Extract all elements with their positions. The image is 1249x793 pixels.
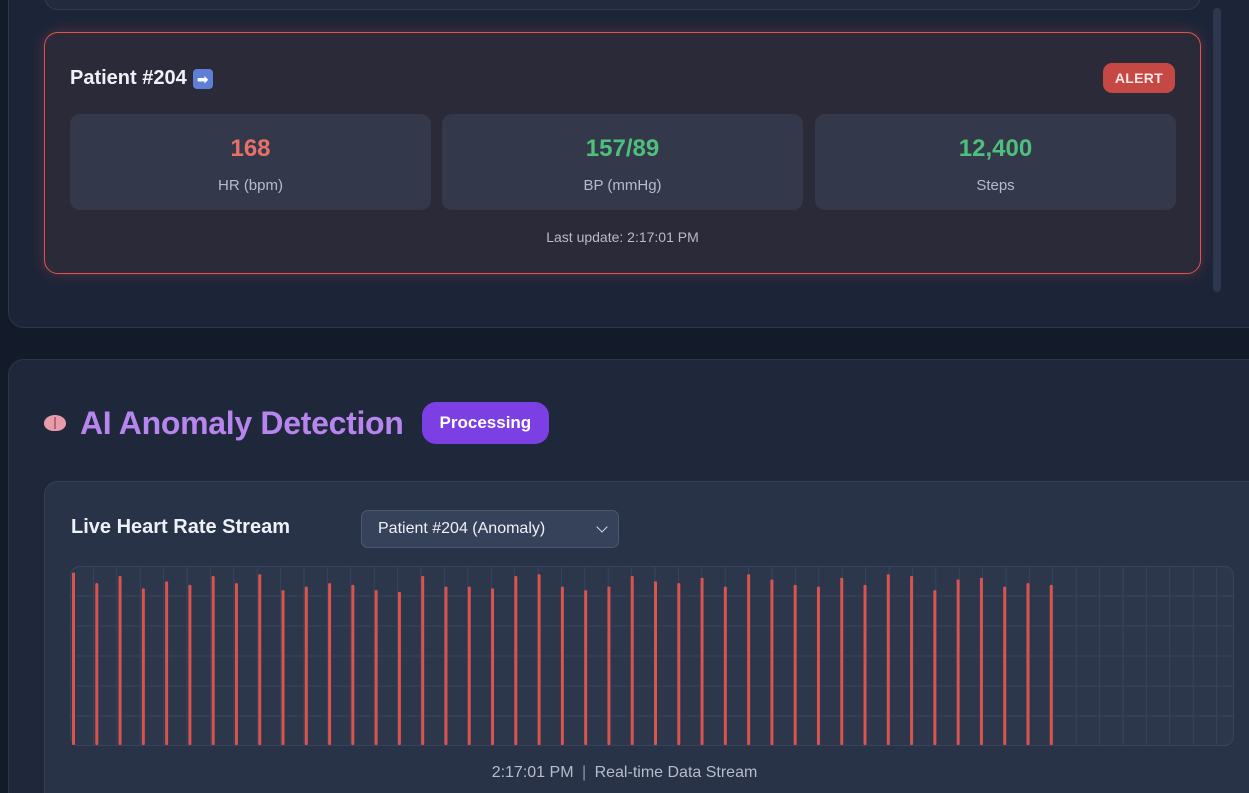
heart-rate-bar	[118, 576, 122, 745]
heart-rate-bar	[72, 572, 75, 745]
heart-rate-bar	[351, 584, 355, 745]
patient-title-text: Patient #204	[70, 67, 187, 89]
heart-rate-bar	[1026, 583, 1030, 745]
heart-rate-bar	[1003, 586, 1007, 745]
metric-steps-label: Steps	[976, 177, 1015, 194]
patient-select-value: Patient #204 (Anomaly)	[378, 520, 546, 537]
heart-rate-bar	[863, 584, 867, 745]
heart-rate-bar	[95, 583, 99, 745]
heart-rate-bar	[211, 576, 215, 745]
heart-rate-bar	[537, 574, 541, 745]
heart-rate-bar	[607, 586, 611, 745]
heart-rate-bar	[1049, 584, 1053, 745]
section-title: AI Anomaly Detection	[80, 404, 404, 441]
heart-rate-bar	[654, 581, 657, 745]
caption-time: 2:17:01 PM	[491, 764, 574, 781]
heart-rate-bar	[165, 581, 169, 745]
patient-title: Patient #204 ➡	[70, 67, 213, 90]
heart-rate-bar	[910, 576, 914, 745]
metric-steps: 12,400 Steps	[815, 114, 1176, 210]
heart-rate-stream-chart	[70, 566, 1234, 746]
metric-heart-rate-label: HR (bpm)	[217, 177, 283, 194]
heart-rate-bar	[188, 584, 192, 745]
caption-separator: |	[581, 764, 587, 781]
chart-caption: 2:17:01 PM | Real-time Data Stream	[0, 764, 1249, 782]
heart-rate-bar	[141, 588, 145, 745]
heart-rate-bar	[840, 577, 844, 745]
heart-rate-bar	[374, 590, 378, 745]
heart-rate-bar	[560, 586, 564, 745]
processing-status-badge: Processing	[421, 402, 550, 444]
heart-rate-bar	[584, 590, 588, 745]
heart-rate-bar	[770, 579, 774, 745]
metric-blood-pressure-value: 157/89	[585, 135, 660, 162]
chart-heading: Live Heart Rate Stream	[71, 516, 290, 538]
heart-rate-bar	[514, 576, 518, 745]
heart-rate-bar	[956, 579, 960, 745]
arrow-right-icon[interactable]: ➡	[192, 68, 213, 89]
patient-select-dropdown[interactable]: Patient #204 (Anomaly)	[361, 510, 619, 548]
heart-rate-bar	[816, 586, 820, 745]
heart-rate-bar	[723, 586, 727, 745]
chevron-down-icon	[596, 521, 608, 533]
metric-blood-pressure: 157/89 BP (mmHg)	[442, 114, 803, 210]
patient-card-204[interactable]: Patient #204 ➡ ALERT 168 HR (bpm) 157/89…	[44, 32, 1201, 274]
heart-rate-bar	[234, 583, 238, 745]
heart-rate-bar	[979, 577, 983, 745]
anomaly-section-header: AI Anomaly Detection Processing	[44, 402, 550, 444]
heart-rate-bar	[700, 577, 704, 745]
last-update-text: Last update: 2:17:01 PM	[546, 229, 699, 245]
heart-rate-bar	[886, 574, 890, 745]
heart-rate-bar	[491, 588, 495, 745]
heart-rate-bar	[258, 574, 262, 745]
metric-heart-rate-value: 168	[230, 135, 271, 162]
heart-rate-bar	[467, 586, 471, 745]
metric-blood-pressure-label: BP (mmHg)	[583, 177, 662, 194]
heart-rate-bar	[421, 576, 425, 745]
heart-rate-bar	[630, 576, 634, 745]
page: Patient #204 ➡ ALERT 168 HR (bpm) 157/89…	[0, 0, 1249, 793]
heart-rate-bar	[793, 584, 797, 745]
metric-steps-value: 12,400	[958, 135, 1033, 162]
heart-rate-bar	[397, 591, 401, 745]
caption-label: Real-time Data Stream	[594, 764, 758, 781]
previous-patient-card[interactable]	[44, 0, 1201, 10]
heart-rate-bar	[281, 590, 285, 745]
heart-rate-bar	[328, 583, 332, 745]
brain-icon	[44, 415, 66, 431]
heart-rate-bar	[747, 574, 751, 745]
heart-rate-bar	[444, 586, 448, 745]
metric-heart-rate: 168 HR (bpm)	[70, 114, 431, 210]
patients-scrollbar[interactable]	[1213, 8, 1221, 292]
heart-rate-bar	[677, 583, 681, 745]
alert-badge: ALERT	[1102, 63, 1175, 93]
heart-rate-bar	[304, 586, 308, 745]
heart-rate-bar	[933, 590, 937, 745]
